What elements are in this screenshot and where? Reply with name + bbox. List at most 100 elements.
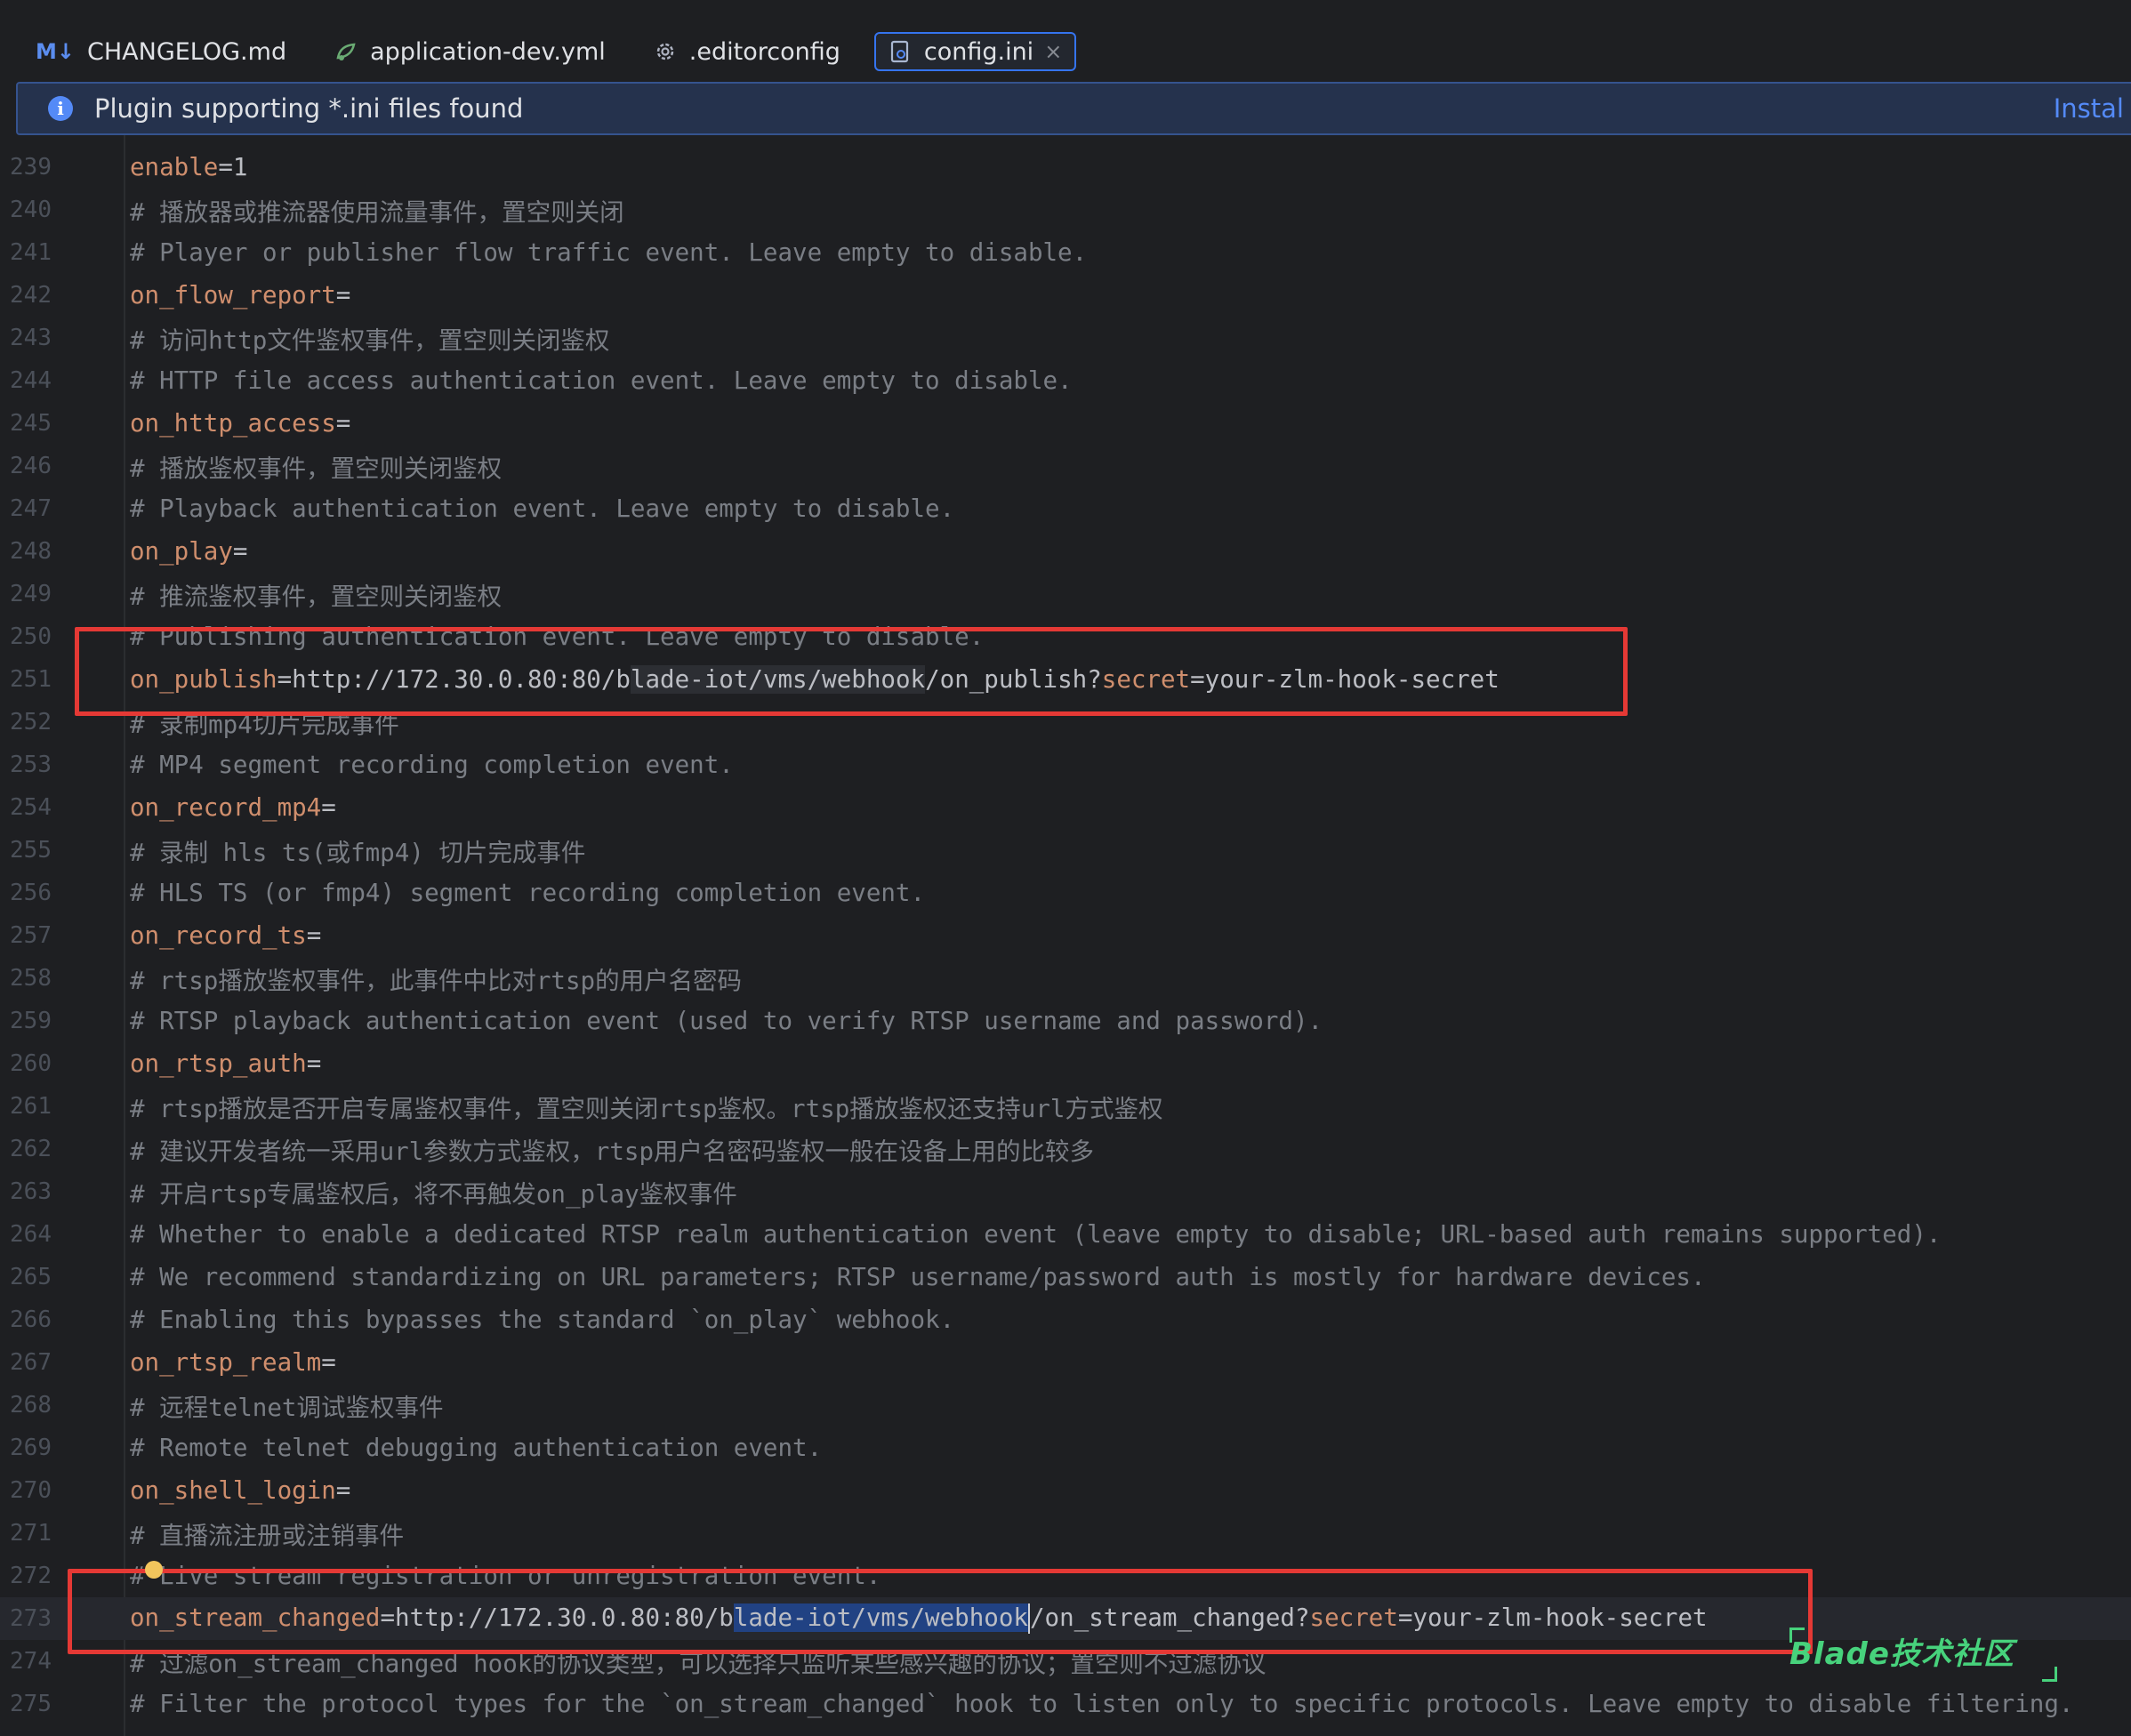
line-number: 255 — [10, 837, 52, 864]
line-number: 247 — [10, 495, 52, 522]
code-line[interactable]: 258 # rtsp播放鉴权事件，此事件中比对rtsp的用户名密码 — [0, 957, 2131, 1000]
code-text: # 推流鉴权事件，置空则关闭鉴权 — [130, 576, 502, 612]
lightbulb-icon[interactable] — [145, 1561, 163, 1579]
code-text: # MP4 segment recording completion event… — [130, 751, 734, 779]
code-line[interactable]: 243 # 访问http文件鉴权事件，置空则关闭鉴权 — [0, 317, 2131, 359]
tab-changelog[interactable]: M↓ CHANGELOG.md — [21, 32, 301, 71]
line-number: 241 — [10, 239, 52, 266]
code-text: # 远程telnet调试鉴权事件 — [130, 1387, 443, 1423]
code-line[interactable]: 248 on_play= — [0, 530, 2131, 573]
code-line[interactable]: 270 on_shell_login= — [0, 1469, 2131, 1512]
code-line[interactable]: 265 # We recommend standardizing on URL p… — [0, 1256, 2131, 1298]
line-number: 272 — [10, 1563, 52, 1589]
line-number: 257 — [10, 922, 52, 949]
code-line[interactable]: 263 # 开启rtsp专属鉴权后，将不再触发on_play鉴权事件 — [0, 1170, 2131, 1213]
code-line[interactable]: 239 enable=1 — [0, 146, 2131, 189]
comment-text: # HTTP file access authentication event.… — [130, 366, 1073, 395]
code-text: on_record_mp4= — [130, 793, 336, 822]
close-icon[interactable]: × — [1044, 39, 1062, 64]
config-key: on_rtsp_realm — [130, 1348, 322, 1377]
code-editor[interactable]: 239 enable=1 240 # 播放器或推流器使用流量事件，置空则关闭 241 # … — [0, 135, 2131, 1736]
code-text: # HLS TS (or fmp4) segment recording com… — [130, 879, 925, 907]
tab-label: application-dev.yml — [370, 37, 606, 66]
comment-text: # 录制 hls ts(或fmp4) 切片完成事件 — [130, 839, 586, 867]
line-number: 259 — [10, 1008, 52, 1034]
code-line[interactable]: 242 on_flow_report= — [0, 274, 2131, 317]
config-value: =1 — [218, 153, 248, 181]
code-line[interactable]: 254 on_record_mp4= — [0, 786, 2131, 829]
code-line[interactable]: 247 # Playback authentication event. Leav… — [0, 487, 2131, 530]
config-key: on_play — [130, 537, 233, 566]
code-line[interactable]: 256 # HLS TS (or fmp4) segment recording … — [0, 872, 2131, 914]
line-number: 245 — [10, 410, 52, 437]
line-number: 270 — [10, 1477, 52, 1504]
line-number: 240 — [10, 197, 52, 223]
line-number: 258 — [10, 965, 52, 992]
line-number: 269 — [10, 1435, 52, 1461]
code-text: # Enabling this bypasses the standard `o… — [130, 1306, 954, 1334]
comment-text: # 播放器或推流器使用流量事件，置空则关闭 — [130, 198, 624, 227]
highlight-box-on-stream-changed — [68, 1569, 1813, 1654]
line-number: 248 — [10, 538, 52, 565]
code-text: # Whether to enable a dedicated RTSP rea… — [130, 1220, 1941, 1249]
config-key: on_record_mp4 — [130, 793, 322, 822]
code-line[interactable]: 246 # 播放鉴权事件，置空则关闭鉴权 — [0, 445, 2131, 487]
code-line[interactable]: 268 # 远程telnet调试鉴权事件 — [0, 1384, 2131, 1427]
code-text: # 直播流注册或注销事件 — [130, 1515, 404, 1551]
tab-config-ini[interactable]: config.ini × — [873, 32, 1077, 71]
code-line[interactable]: 260 on_rtsp_auth= — [0, 1042, 2131, 1085]
config-value: = — [335, 1476, 351, 1505]
comment-text: # Playback authentication event. Leave e… — [130, 494, 955, 523]
line-number: 239 — [10, 154, 52, 181]
tab-editorconfig[interactable]: .editorconfig — [639, 32, 855, 71]
line-number: 246 — [10, 453, 52, 479]
tab-application-dev-yml[interactable]: application-dev.yml — [320, 32, 620, 71]
code-text: # We recommend standardizing on URL para… — [130, 1263, 1706, 1291]
code-line[interactable]: 266 # Enabling this bypasses the standard… — [0, 1298, 2131, 1341]
config-key: on_record_ts — [130, 921, 307, 950]
code-line[interactable]: 275 # Filter the protocol types for the `… — [0, 1683, 2131, 1725]
code-text: # RTSP playback authentication event (us… — [130, 1007, 1323, 1035]
code-text: # rtsp播放是否开启专属鉴权事件，置空则关闭rtsp鉴权。rtsp播放鉴权还… — [130, 1089, 1162, 1124]
comment-text: # 播放鉴权事件，置空则关闭鉴权 — [130, 454, 503, 483]
comment-text: # Remote telnet debugging authentication… — [130, 1434, 823, 1462]
line-number: 261 — [10, 1093, 52, 1120]
config-key: enable — [130, 153, 219, 181]
code-text: enable=1 — [130, 153, 247, 181]
code-text: # 录制 hls ts(或fmp4) 切片完成事件 — [130, 832, 585, 868]
code-line[interactable]: 261 # rtsp播放是否开启专属鉴权事件，置空则关闭rtsp鉴权。rtsp播放… — [0, 1085, 2131, 1128]
code-line[interactable]: 240 # 播放器或推流器使用流量事件，置空则关闭 — [0, 189, 2131, 231]
watermark: Blade技术社区 — [1789, 1636, 2014, 1672]
config-value: = — [321, 1348, 336, 1377]
code-line[interactable]: 249 # 推流鉴权事件，置空则关闭鉴权 — [0, 573, 2131, 615]
comment-text: # 推流鉴权事件，置空则关闭鉴权 — [130, 583, 503, 611]
code-line[interactable]: 245 on_http_access= — [0, 402, 2131, 445]
code-text: # 播放器或推流器使用流量事件，置空则关闭 — [130, 192, 624, 228]
line-number: 275 — [10, 1691, 52, 1717]
code-line[interactable]: 253 # MP4 segment recording completion ev… — [0, 743, 2131, 786]
code-text: # 播放鉴权事件，置空则关闭鉴权 — [130, 448, 502, 484]
comment-text: # 访问http文件鉴权事件，置空则关闭鉴权 — [130, 326, 610, 355]
config-key: on_shell_login — [130, 1476, 336, 1505]
line-number: 251 — [10, 666, 52, 693]
comment-text: # rtsp播放是否开启专属鉴权事件，置空则关闭rtsp鉴权。rtsp播放鉴权还… — [130, 1095, 1163, 1123]
config-key: on_rtsp_auth — [130, 1049, 307, 1078]
code-line[interactable]: 264 # Whether to enable a dedicated RTSP … — [0, 1213, 2131, 1256]
config-value: = — [306, 1049, 322, 1078]
line-number: 244 — [10, 367, 52, 394]
code-line[interactable]: 267 on_rtsp_realm= — [0, 1341, 2131, 1384]
tab-label: CHANGELOG.md — [87, 37, 287, 66]
code-line[interactable]: 244 # HTTP file access authentication eve… — [0, 359, 2131, 402]
plugin-suggestion-banner: i Plugin supporting *.ini files found In… — [16, 82, 2131, 135]
comment-text: # HLS TS (or fmp4) segment recording com… — [130, 879, 926, 907]
install-plugin-link[interactable]: Instal — [2054, 93, 2124, 124]
code-line[interactable]: 255 # 录制 hls ts(或fmp4) 切片完成事件 — [0, 829, 2131, 872]
tab-label: config.ini — [923, 37, 1034, 66]
code-line[interactable]: 241 # Player or publisher flow traffic ev… — [0, 231, 2131, 274]
code-text: # 建议开发者统一采用url参数方式鉴权，rtsp用户名密码鉴权一般在设备上用的… — [130, 1131, 1094, 1167]
code-line[interactable]: 257 on_record_ts= — [0, 914, 2131, 957]
code-line[interactable]: 259 # RTSP playback authentication event … — [0, 1000, 2131, 1042]
code-line[interactable]: 269 # Remote telnet debugging authenticat… — [0, 1427, 2131, 1469]
code-line[interactable]: 262 # 建议开发者统一采用url参数方式鉴权，rtsp用户名密码鉴权一般在设备… — [0, 1128, 2131, 1170]
code-line[interactable]: 271 # 直播流注册或注销事件 — [0, 1512, 2131, 1555]
